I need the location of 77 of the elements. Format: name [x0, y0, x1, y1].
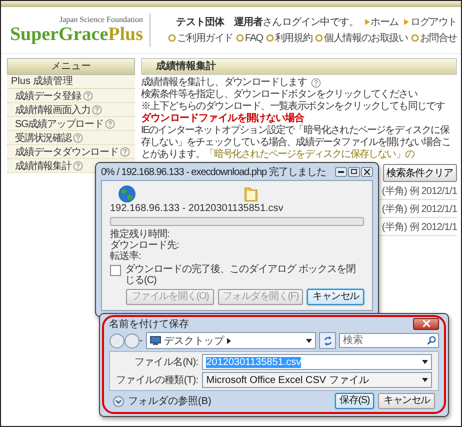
triangle-icon: [404, 19, 410, 25]
dialog-button[interactable]: キャンセル: [307, 289, 364, 305]
help-icon[interactable]: [92, 104, 102, 114]
bullet-icon: [236, 34, 244, 42]
intro-text: 成績情報を集計し、ダウンロードします: [141, 77, 307, 88]
dialog-title: 名前を付けて保存: [109, 318, 189, 330]
note-text: ※上下どちらのダウンロード、一覧表示ボタンをクリックしても同じです: [141, 101, 446, 112]
file-type-select[interactable]: Microsoft Office Excel CSV ファイル: [202, 372, 432, 388]
nav-link[interactable]: お問合せ: [410, 31, 457, 45]
globe-icon: [118, 184, 136, 202]
warning-text: IEのインターネットオプション設定で「暗号化されたページをディスクに保存しない」をチェックしている場合、成績データファイルを開けない場合ことがあります。「暗号化されたページをディスクに保存しない」の: [141, 125, 452, 161]
menu-item[interactable]: 成績情報画面入力: [7, 103, 135, 117]
monitor-icon: [150, 336, 161, 345]
close-button[interactable]: [361, 166, 373, 176]
expand-icon: [113, 396, 124, 406]
maximize-icon: [351, 169, 357, 174]
nav-link[interactable]: FAQ: [236, 31, 263, 45]
section-heading: 成績情報集計: [141, 58, 457, 75]
nav-link[interactable]: 個人情報のお取扱い: [315, 31, 408, 45]
location-bar[interactable]: デスクトップ: [146, 332, 316, 349]
checkbox-label: ダウンロードの完了後、このダイアログ ボックスを閉じる(C): [125, 264, 356, 286]
refresh-icon: [322, 336, 332, 346]
field-label: ファイル名(N):: [133, 356, 198, 369]
help-icon[interactable]: [120, 146, 130, 156]
checkbox[interactable]: [110, 265, 121, 276]
triangle-icon: [364, 19, 370, 25]
date-format-hint: (半角) 例 2012/1/1: [382, 202, 457, 216]
maximize-button[interactable]: [348, 166, 360, 176]
dialog-button[interactable]: 保存(S): [334, 393, 374, 409]
caret-icon: [422, 378, 428, 382]
menu-item[interactable]: 成績データダウンロード: [7, 145, 135, 159]
menu-header: メニュー: [7, 58, 135, 75]
menu-item[interactable]: 成績データ登録: [7, 89, 135, 103]
browse-folders-toggle[interactable]: フォルダの参照(B): [113, 394, 212, 408]
download-filename: 192.168.96.133 - 20120301135851.csv: [110, 203, 284, 215]
close-icon: [364, 168, 370, 174]
search-field[interactable]: 検索: [339, 333, 439, 348]
arrow-icon: [227, 338, 231, 344]
bullet-icon: [315, 34, 324, 42]
search-icon: [427, 336, 436, 345]
info-label: ダウンロード先:: [110, 240, 180, 251]
menu-item[interactable]: 受講状況確認: [7, 131, 135, 145]
nav-link[interactable]: 利用規約: [266, 31, 312, 45]
refresh-button[interactable]: [319, 332, 336, 349]
date-format-hint: (半角) 例 2012/1/1: [382, 220, 457, 234]
bullet-icon: [168, 34, 176, 42]
nav-link[interactable]: ご利用ガイド: [168, 31, 233, 45]
menu-section: Plus 成績管理: [7, 75, 135, 89]
help-icon[interactable]: [310, 78, 321, 88]
minimize-button[interactable]: [335, 166, 347, 176]
caret-icon: [422, 360, 428, 364]
warning-title: ダウンロードファイルを開けない場合: [141, 113, 306, 124]
minimize-icon: [338, 170, 344, 172]
login-message: テスト団体 運用者さんログイン中です。: [176, 16, 359, 29]
clear-search-button[interactable]: 検索条件クリア: [382, 164, 457, 182]
info-label: 推定残り時間:: [110, 229, 170, 240]
back-forward-buttons[interactable]: [109, 332, 143, 348]
folder-icon: [244, 185, 258, 202]
help-icon[interactable]: [105, 118, 116, 128]
instruction-text: 検索条件等を指定し、ダウンロードボタンをクリックしてください: [141, 89, 418, 100]
bullet-icon: [266, 34, 274, 42]
close-button[interactable]: [413, 318, 439, 330]
date-format-hint: (半角) 例 2012/1/1: [382, 184, 457, 198]
dialog-button[interactable]: キャンセル: [378, 393, 435, 409]
help-icon[interactable]: [73, 160, 84, 170]
help-icon[interactable]: [82, 90, 93, 100]
caret-icon: [306, 338, 312, 342]
bullet-icon: [410, 34, 419, 42]
info-label: 転送率:: [110, 251, 142, 262]
header-link[interactable]: ログアウト: [404, 15, 457, 29]
header-link[interactable]: ホーム: [364, 15, 398, 29]
logo-tagline: Japan Science Foundation: [59, 14, 143, 24]
logo-text: SuperGracePlus: [10, 24, 143, 46]
field-label: ファイルの種類(T):: [116, 374, 198, 387]
menu-item[interactable]: SG成績アップロード: [7, 117, 135, 131]
close-icon: [422, 320, 430, 327]
help-icon[interactable]: [73, 132, 84, 142]
